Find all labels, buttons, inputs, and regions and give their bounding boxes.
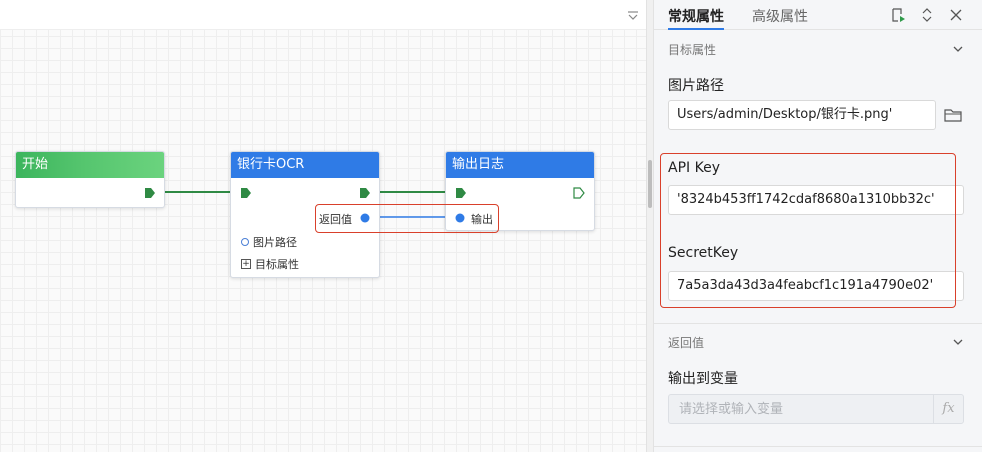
highlight-box	[660, 153, 956, 308]
start-node-title: 开始	[16, 152, 164, 178]
section-divider	[654, 446, 982, 447]
tab-advanced-properties[interactable]: 高级属性	[752, 6, 808, 26]
panel-tabs: 常规属性 高级属性	[654, 0, 982, 30]
output-var-input[interactable]	[669, 395, 935, 423]
run-icon[interactable]	[890, 7, 906, 23]
param-image-path-label: 图片路径	[253, 236, 297, 249]
param-target-attrs[interactable]: + 目标属性	[241, 256, 299, 272]
close-icon[interactable]	[948, 7, 964, 23]
ocr-node-title: 银行卡OCR	[231, 152, 379, 178]
param-circle-icon	[241, 238, 249, 246]
section-target-title: 目标属性	[668, 43, 717, 57]
output-var-label: 输出到变量	[668, 371, 738, 387]
image-path-label: 图片路径	[668, 78, 724, 94]
output-var-field[interactable]: fx	[668, 394, 964, 424]
start-node[interactable]: 开始	[15, 151, 165, 208]
properties-panel: 常规属性 高级属性 目标属性 图片路径 Users/admin/Desktop/…	[654, 0, 982, 452]
output-port-icon[interactable]	[359, 187, 371, 199]
expand-collapse-icon[interactable]	[919, 7, 935, 23]
highlight-box	[315, 204, 499, 233]
input-port-icon[interactable]	[240, 187, 252, 199]
param-image-path[interactable]: 图片路径	[241, 234, 297, 250]
splitter-handle[interactable]	[648, 160, 652, 208]
tab-general-properties[interactable]: 常规属性	[668, 6, 724, 30]
chevron-down-icon[interactable]	[952, 43, 964, 55]
expand-plus-icon[interactable]: +	[241, 259, 251, 269]
folder-icon[interactable]	[944, 107, 962, 123]
output-port-icon[interactable]	[144, 187, 156, 199]
section-divider	[654, 323, 982, 324]
panel-splitter[interactable]	[646, 0, 654, 452]
output-port-empty-icon[interactable]	[573, 187, 585, 199]
fx-button[interactable]: fx	[933, 395, 963, 423]
chevron-down-icon[interactable]	[952, 336, 964, 348]
log-node-title: 输出日志	[446, 152, 594, 178]
section-return-title: 返回值	[668, 336, 705, 350]
input-port-icon[interactable]	[455, 187, 467, 199]
param-target-attrs-label: 目标属性	[255, 258, 299, 271]
flow-canvas[interactable]: 开始 银行卡OCR 返回值 图片路径 + 目标属性 输出日志 输出	[0, 0, 646, 452]
image-path-input[interactable]: Users/admin/Desktop/银行卡.png'	[668, 100, 936, 130]
